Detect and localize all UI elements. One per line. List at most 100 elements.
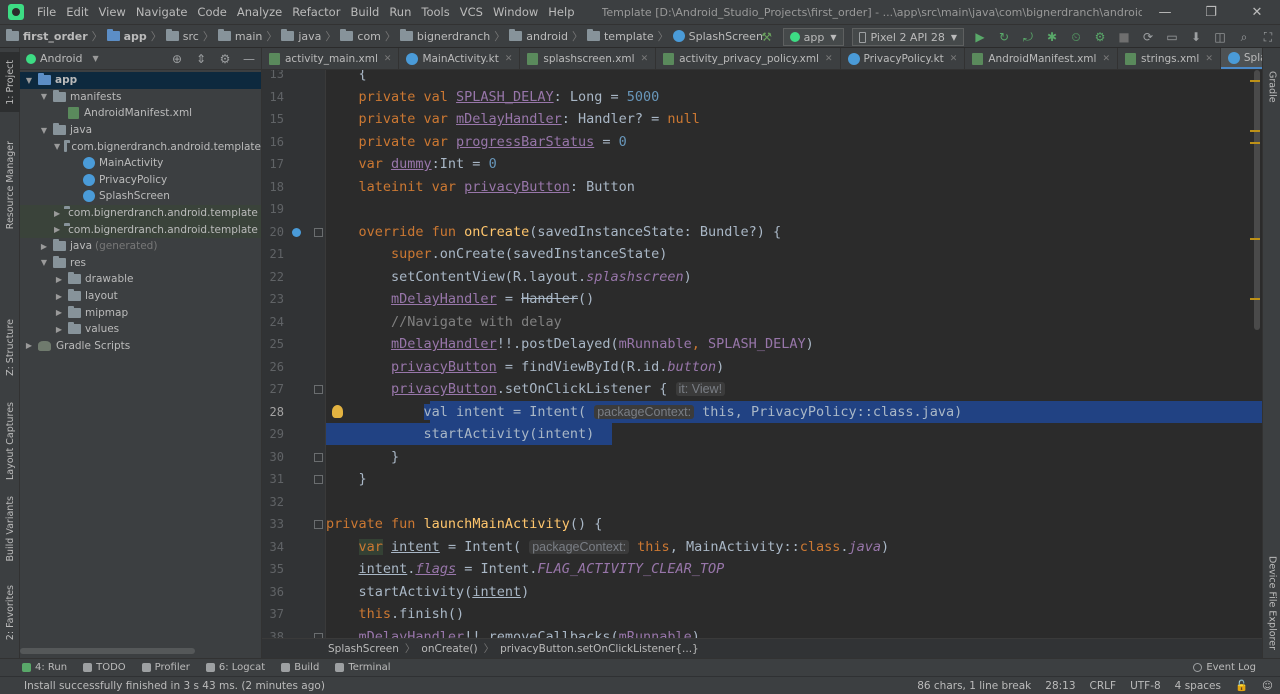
editor-tab[interactable]: splashscreen.xml ✕ <box>520 48 657 69</box>
close-icon[interactable]: ✕ <box>505 54 513 64</box>
tool-tab-todo[interactable]: TODO <box>75 662 134 673</box>
tab-build-variants[interactable]: Build Variants <box>0 496 20 562</box>
tree-item[interactable]: AndroidManifest.xml <box>20 105 261 122</box>
tool-tab-run[interactable]: 4: Run <box>14 662 75 673</box>
editor-tab[interactable]: activity_privacy_policy.xml ✕ <box>656 48 841 69</box>
hide-icon[interactable]: — <box>239 49 259 69</box>
tree-item[interactable]: ▼ java <box>20 122 261 139</box>
caret-position[interactable]: 28:13 <box>1045 680 1075 692</box>
tree-item[interactable]: ▶ mipmap <box>20 304 261 321</box>
tree-item[interactable]: ▼ manifests <box>20 89 261 106</box>
tree-item[interactable]: PrivacyPolicy <box>20 172 261 189</box>
menu-item-run[interactable]: Run <box>384 5 416 19</box>
collapse-arrow-icon[interactable]: ▶ <box>54 275 64 284</box>
expand-arrow-icon[interactable]: ▼ <box>39 126 49 135</box>
apply-code-changes-icon[interactable]: ⤾ <box>1018 27 1038 47</box>
close-icon[interactable]: ✕ <box>641 54 649 64</box>
breadcrumb-item[interactable]: SplashScreen <box>328 643 399 655</box>
inspection-icon[interactable]: ☺ <box>1262 680 1273 692</box>
layout-inspector-icon[interactable]: ◫ <box>1210 27 1230 47</box>
avd-manager-icon[interactable]: ▭ <box>1162 27 1182 47</box>
collapse-arrow-icon[interactable]: ▶ <box>54 209 60 218</box>
gear-icon[interactable]: ⚙ <box>215 49 235 69</box>
tree-item[interactable]: MainActivity <box>20 155 261 172</box>
device-select[interactable]: Pixel 2 API 28 ▼ <box>851 28 964 46</box>
event-log-button[interactable]: Event Log <box>1185 662 1264 673</box>
breadcrumb-item[interactable]: onCreate() <box>421 643 477 655</box>
editor-tab[interactable]: AndroidManifest.xml ✕ <box>965 48 1118 69</box>
tree-item[interactable]: ▼ app <box>20 72 261 89</box>
tab-favorites[interactable]: 2: Favorites <box>0 578 20 648</box>
line-separator[interactable]: CRLF <box>1090 680 1117 692</box>
collapse-arrow-icon[interactable]: ▶ <box>54 308 64 317</box>
warning-marker[interactable] <box>1250 238 1260 240</box>
tool-tab-build[interactable]: Build <box>273 662 327 673</box>
editor-tab[interactable]: PrivacyPolicy.kt ✕ <box>841 48 966 69</box>
menu-item-vcs[interactable]: VCS <box>455 5 488 19</box>
menu-item-view[interactable]: View <box>94 5 131 19</box>
nav-crumb[interactable]: main 〉 <box>217 28 281 44</box>
fold-marker-icon[interactable] <box>314 452 323 462</box>
menu-item-file[interactable]: File <box>32 5 61 19</box>
breadcrumb-item[interactable]: privacyButton.setOnClickListener{...} <box>500 643 699 655</box>
expand-icon[interactable]: ⛶ <box>1258 27 1278 47</box>
collapse-arrow-icon[interactable]: ▶ <box>54 225 60 234</box>
apply-changes-icon[interactable]: ↻ <box>994 27 1014 47</box>
tool-tab-terminal[interactable]: Terminal <box>327 662 398 673</box>
tool-tab-logcat[interactable]: 6: Logcat <box>198 662 273 673</box>
collapse-arrow-icon[interactable]: ▶ <box>54 325 64 334</box>
override-marker-icon[interactable] <box>292 227 301 237</box>
stop-icon[interactable]: ■ <box>1114 27 1134 47</box>
tree-item[interactable]: ▶com.bignerdranch.android.template(test <box>20 221 261 238</box>
tab-layout-captures[interactable]: Layout Captures <box>0 400 20 482</box>
close-icon[interactable]: ✕ <box>950 54 958 64</box>
tab-project[interactable]: 1: Project <box>0 52 20 112</box>
fold-marker-icon[interactable] <box>314 475 323 484</box>
close-icon[interactable]: ✕ <box>1205 54 1213 64</box>
warning-marker[interactable] <box>1250 130 1260 132</box>
tree-item[interactable]: ▶ values <box>20 321 261 338</box>
tree-item[interactable]: SplashScreen <box>20 188 261 205</box>
warning-marker[interactable] <box>1250 80 1260 82</box>
project-view-select[interactable]: Android ▼ <box>26 52 99 65</box>
sync-gradle-icon[interactable]: ⟳ <box>1138 27 1158 47</box>
nav-crumb[interactable]: android 〉 <box>509 28 587 44</box>
menu-item-tools[interactable]: Tools <box>416 5 454 19</box>
editor-tab[interactable]: MainActivity.kt ✕ <box>399 48 521 69</box>
code-editor[interactable]: 13 14 15 16 17 18 19 20 21 22 23 24 25 26 27 28 29 30 31 32… <box>262 70 1262 638</box>
nav-crumb[interactable]: first_order 〉 <box>6 28 107 44</box>
editor-vertical-scrollbar[interactable] <box>1254 70 1260 330</box>
editor-tab[interactable]: activity_main.xml ✕ <box>262 48 400 69</box>
expand-arrow-icon[interactable]: ▼ <box>39 92 49 101</box>
fold-marker-icon[interactable] <box>314 385 323 394</box>
editor-tab[interactable]: strings.xml ✕ <box>1118 48 1221 69</box>
menu-item-build[interactable]: Build <box>345 5 384 19</box>
fold-marker-icon[interactable] <box>314 227 323 237</box>
lock-icon[interactable]: 🔓 <box>1235 679 1248 692</box>
hammer-icon[interactable]: ⚒ <box>757 27 777 47</box>
nav-crumb[interactable]: java 〉 <box>281 28 340 44</box>
warning-marker[interactable] <box>1250 142 1260 144</box>
project-horizontal-scrollbar[interactable] <box>20 648 195 654</box>
menu-item-code[interactable]: Code <box>192 5 231 19</box>
collapse-arrow-icon[interactable]: ▶ <box>39 242 49 251</box>
close-icon[interactable]: ✕ <box>384 54 392 64</box>
nav-crumb[interactable]: template 〉 <box>586 28 673 44</box>
locate-icon[interactable]: ⊕ <box>167 49 187 69</box>
search-icon[interactable]: ⌕ <box>1234 27 1254 47</box>
file-encoding[interactable]: UTF-8 <box>1130 680 1161 692</box>
fold-marker-icon[interactable] <box>314 520 323 529</box>
close-icon[interactable]: ✕ <box>1102 54 1110 64</box>
tree-item[interactable]: ▶ Gradle Scripts <box>20 338 261 355</box>
status-message[interactable]: Install successfully finished in 3 s 43 … <box>24 680 910 692</box>
nav-crumb[interactable]: com 〉 <box>340 28 400 44</box>
menu-item-navigate[interactable]: Navigate <box>131 5 193 19</box>
tree-item[interactable]: ▶ layout <box>20 288 261 305</box>
nav-crumb[interactable]: app 〉 <box>106 28 166 44</box>
tab-gradle[interactable]: Gradle <box>1263 62 1280 112</box>
sdk-manager-icon[interactable]: ⬇ <box>1186 27 1206 47</box>
run-icon[interactable]: ▶ <box>970 27 990 47</box>
tree-item[interactable]: ▶com.bignerdranch.android.template(and <box>20 204 261 222</box>
editor-tab[interactable]: SplashScreen.kt✕ <box>1220 48 1262 69</box>
tab-structure[interactable]: Z: Structure <box>0 313 20 381</box>
